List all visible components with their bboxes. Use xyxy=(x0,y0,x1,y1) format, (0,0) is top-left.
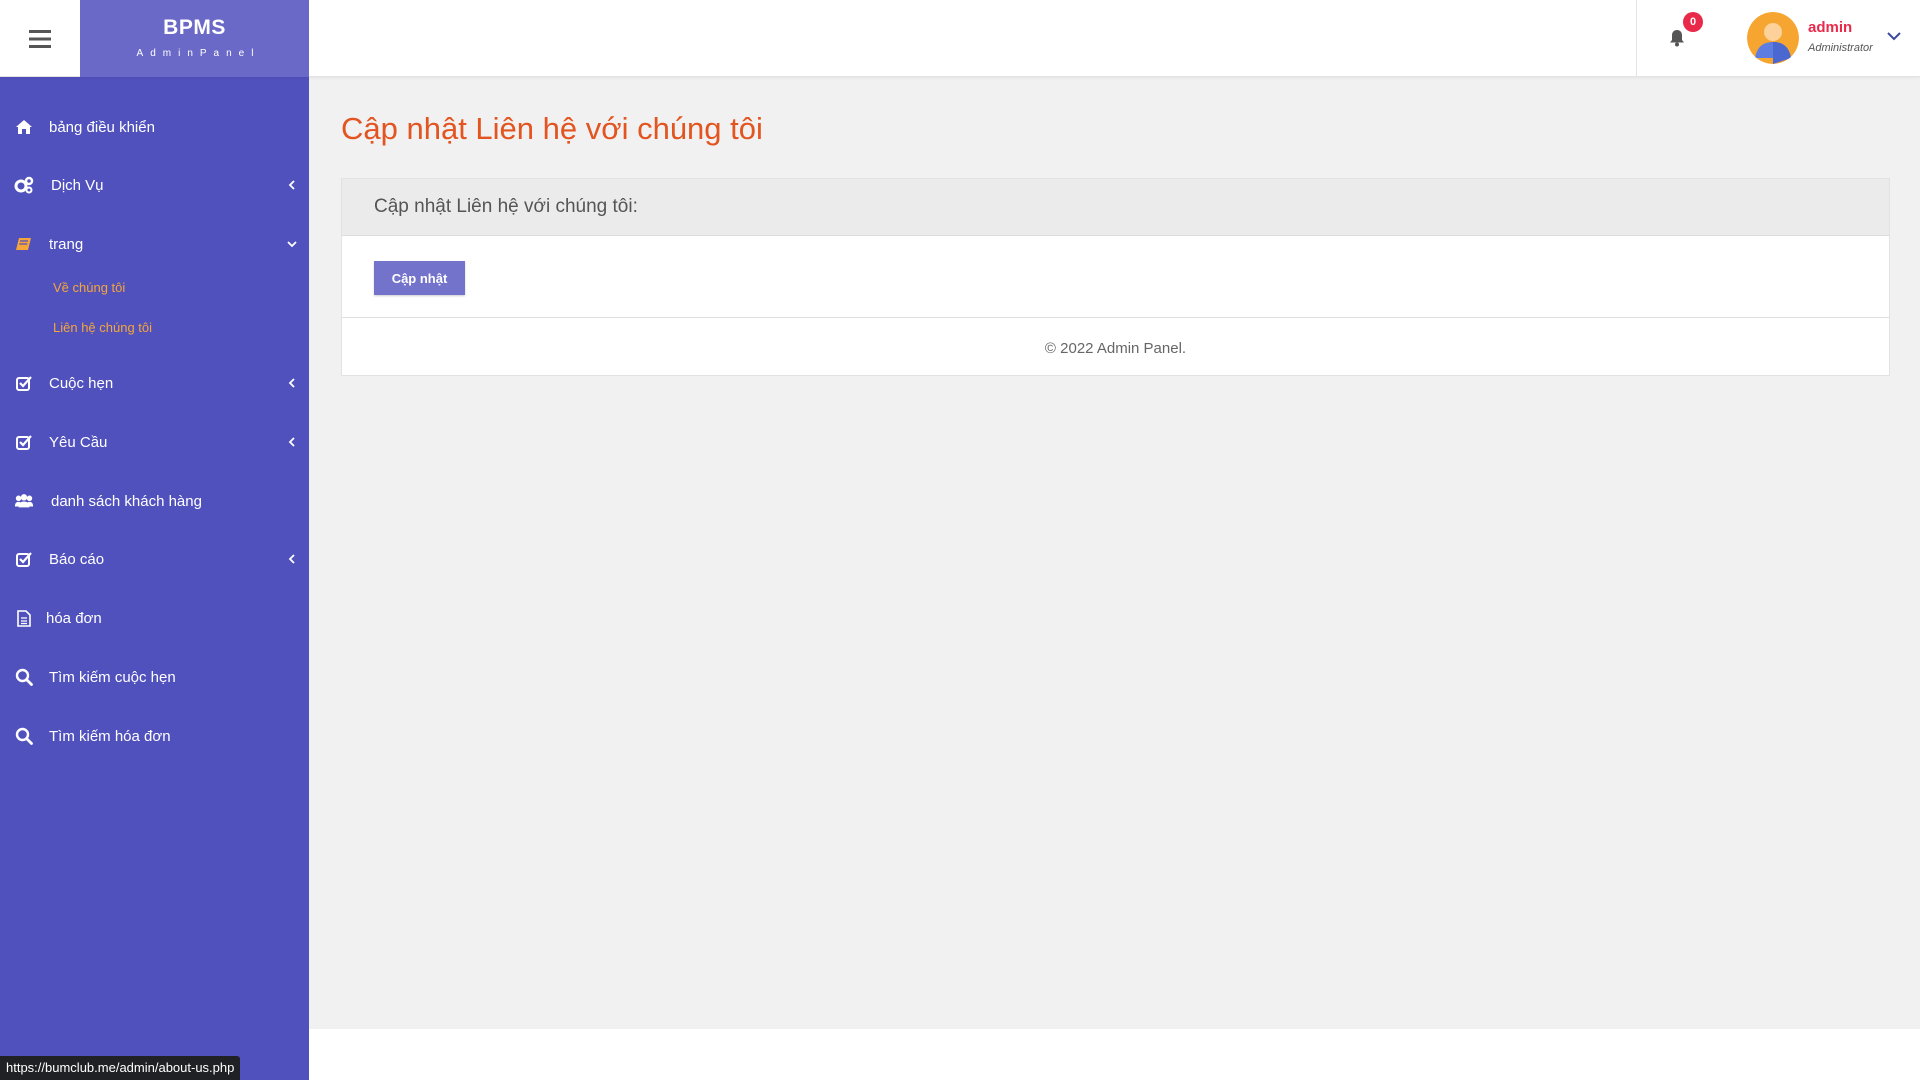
user-name[interactable]: admin xyxy=(1808,19,1852,36)
sidebar-item-label: Tìm kiếm hóa đơn xyxy=(49,727,171,745)
sidebar-item-services[interactable]: Dịch Vụ xyxy=(0,163,309,207)
sidebar-item-customer-list[interactable]: danh sách khách hàng xyxy=(0,479,309,523)
bell-icon xyxy=(1670,30,1684,47)
sidebar-item-search-appointments[interactable]: Tìm kiếm cuộc hẹn xyxy=(0,655,309,699)
brand-logo[interactable]: BPMS AdminPanel xyxy=(80,0,309,77)
checkbox-icon xyxy=(14,549,34,569)
users-icon xyxy=(14,491,34,511)
topbar-divider xyxy=(1636,0,1637,77)
hamburger-icon xyxy=(29,29,51,48)
chevron-left-icon xyxy=(288,378,295,388)
footer-copyright: © 2022 Admin Panel. xyxy=(1044,340,1187,357)
checkbox-icon xyxy=(14,432,34,452)
sidebar-item-label: hóa đơn xyxy=(46,609,102,627)
sidebar-item-label: Yêu Cầu xyxy=(49,433,108,451)
sidebar-item-dashboard[interactable]: bảng điều khiển xyxy=(0,105,309,149)
user-menu-toggle[interactable] xyxy=(1884,26,1904,46)
chevron-left-icon xyxy=(288,180,295,190)
checkbox-icon xyxy=(14,373,34,393)
brand-subtitle: AdminPanel xyxy=(136,48,261,59)
brand-title: BPMS xyxy=(163,16,226,39)
sidebar-subitem-contact-us[interactable]: Liên hệ chúng tôi xyxy=(53,320,152,335)
sidebar-item-label: trang xyxy=(49,235,84,253)
chevron-down-icon xyxy=(287,241,297,248)
book-icon xyxy=(14,234,34,254)
menu-toggle-button[interactable] xyxy=(0,0,80,77)
top-navbar: BPMS AdminPanel 0 admin Administrator xyxy=(0,0,1920,77)
link-status-bar: https://bumclub.me/admin/about-us.php xyxy=(0,1056,241,1080)
sidebar-item-invoices[interactable]: hóa đơn xyxy=(0,596,309,640)
avatar[interactable] xyxy=(1747,12,1799,64)
file-icon xyxy=(14,608,34,628)
user-avatar-icon xyxy=(1747,12,1799,64)
user-role: Administrator xyxy=(1808,42,1873,54)
sidebar-item-reports[interactable]: Báo cáo xyxy=(0,537,309,581)
gears-icon xyxy=(14,175,34,195)
sidebar: bảng điều khiển Dịch Vụ trang Về chúng t… xyxy=(0,77,309,1080)
update-button[interactable]: Cập nhật xyxy=(374,261,465,295)
sidebar-item-appointments[interactable]: Cuộc hẹn xyxy=(0,361,309,405)
update-panel: Cập nhật Liên hệ với chúng tôi: Cập nhật… xyxy=(341,178,1890,376)
page-title: Cập nhật Liên hệ với chúng tôi xyxy=(341,111,763,146)
panel-header: Cập nhật Liên hệ với chúng tôi: xyxy=(342,179,1889,236)
sidebar-item-label: Cuộc hẹn xyxy=(49,374,114,392)
notification-count-badge: 0 xyxy=(1683,12,1703,32)
main-content: Cập nhật Liên hệ với chúng tôi Cập nhật … xyxy=(309,77,1920,1029)
sidebar-item-label: Tìm kiếm cuộc hẹn xyxy=(49,668,176,686)
divider xyxy=(342,317,1889,318)
sidebar-item-requests[interactable]: Yêu Cầu xyxy=(0,420,309,464)
sidebar-item-pages[interactable]: trang xyxy=(0,222,309,266)
sidebar-item-search-invoices[interactable]: Tìm kiếm hóa đơn xyxy=(0,714,309,758)
chevron-left-icon xyxy=(288,437,295,447)
sidebar-item-label: Dịch Vụ xyxy=(51,176,104,194)
search-icon xyxy=(14,667,34,687)
sidebar-item-label: bảng điều khiển xyxy=(49,118,155,136)
chevron-down-icon xyxy=(1887,32,1901,41)
home-icon xyxy=(14,117,34,137)
chevron-left-icon xyxy=(288,554,295,564)
notifications-button[interactable] xyxy=(1665,26,1689,50)
panel-title: Cập nhật Liên hệ với chúng tôi: xyxy=(374,196,638,217)
sidebar-subitem-about-us[interactable]: Về chúng tôi xyxy=(53,280,125,295)
sidebar-item-label: Báo cáo xyxy=(49,550,105,568)
sidebar-item-label: danh sách khách hàng xyxy=(51,492,202,510)
search-icon xyxy=(14,726,34,746)
